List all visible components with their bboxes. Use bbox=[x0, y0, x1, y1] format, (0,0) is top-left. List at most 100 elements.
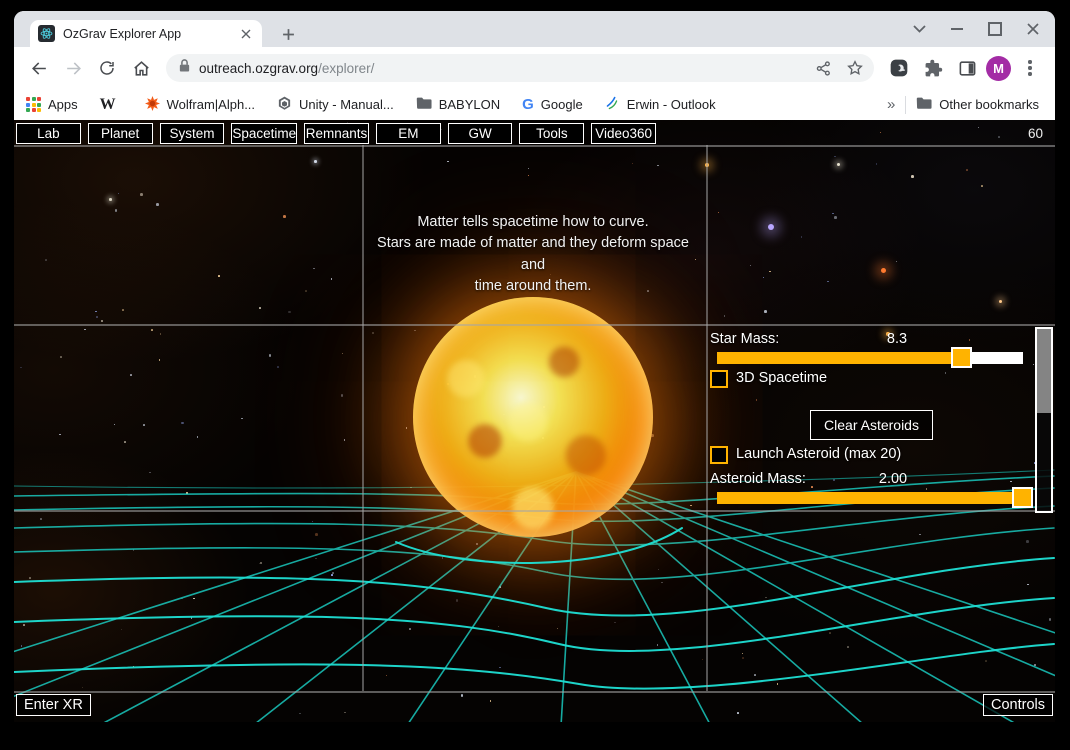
browser-toolbar: outreach.ozgrav.org/explorer/ bbox=[14, 47, 1055, 89]
asteroid-mass-value: 2.00 bbox=[858, 471, 928, 487]
nav-remnants-button[interactable]: Remnants bbox=[304, 123, 369, 144]
address-bar[interactable]: outreach.ozgrav.org/explorer/ bbox=[166, 54, 874, 82]
launch-asteroid-checkbox[interactable] bbox=[710, 446, 728, 464]
bookmark-outlook[interactable]: Erwin - Outlook bbox=[605, 96, 716, 114]
star bbox=[834, 216, 837, 219]
star bbox=[614, 622, 616, 624]
star bbox=[811, 486, 813, 488]
nav-video360-button[interactable]: Video360 bbox=[591, 123, 656, 144]
star-mass-slider[interactable] bbox=[717, 352, 1023, 364]
tab-close-icon[interactable] bbox=[237, 25, 254, 42]
star bbox=[749, 529, 752, 532]
bookmarks-overflow-chevron[interactable]: » bbox=[887, 96, 895, 113]
outlook-swoosh-icon bbox=[605, 96, 620, 114]
nav-spacetime-button[interactable]: Spacetime bbox=[231, 123, 297, 144]
folder-icon bbox=[916, 96, 932, 113]
star bbox=[969, 339, 971, 341]
url-path: /explorer/ bbox=[318, 61, 374, 76]
clear-asteroids-button[interactable]: Clear Asteroids bbox=[810, 410, 933, 440]
guide-line-horizontal bbox=[14, 324, 1055, 326]
back-button[interactable] bbox=[24, 53, 54, 83]
nav-lab-button[interactable]: Lab bbox=[16, 123, 81, 144]
star bbox=[833, 479, 835, 481]
new-tab-button[interactable] bbox=[276, 22, 300, 46]
star bbox=[985, 660, 987, 662]
star bbox=[130, 374, 132, 376]
share-icon[interactable] bbox=[808, 53, 838, 83]
bookmark-unity[interactable]: Unity - Manual... bbox=[277, 96, 394, 114]
star bbox=[966, 169, 968, 171]
star bbox=[765, 597, 767, 599]
star bbox=[447, 161, 449, 163]
sun bbox=[413, 297, 653, 537]
profile-avatar[interactable]: M bbox=[986, 56, 1011, 81]
star-mass-handle[interactable] bbox=[951, 347, 972, 368]
bookmark-star-icon[interactable] bbox=[840, 53, 870, 83]
star bbox=[186, 492, 188, 494]
window-chevron-icon[interactable] bbox=[911, 21, 927, 37]
nav-tools-button[interactable]: Tools bbox=[519, 123, 584, 144]
asteroid-mass-slider[interactable] bbox=[717, 492, 1033, 504]
side-panel-icon[interactable] bbox=[952, 53, 982, 83]
window-close-button[interactable] bbox=[1025, 21, 1041, 37]
nav-system-button[interactable]: System bbox=[160, 123, 225, 144]
star bbox=[40, 518, 42, 520]
star bbox=[45, 259, 47, 261]
browser-tab[interactable]: OzGrav Explorer App bbox=[30, 20, 262, 47]
extension-badge-icon[interactable] bbox=[884, 53, 914, 83]
bookmark-wikipedia[interactable]: W bbox=[100, 96, 123, 114]
asteroid-mass-label: Asteroid Mass: bbox=[710, 471, 806, 487]
nav-em-button[interactable]: EM bbox=[376, 123, 441, 144]
menu-kebab-icon[interactable] bbox=[1015, 53, 1045, 83]
star bbox=[21, 645, 23, 647]
bookmark-apps[interactable]: Apps bbox=[26, 97, 78, 112]
star bbox=[911, 175, 914, 178]
star bbox=[827, 281, 829, 283]
guide-line-vertical bbox=[706, 145, 708, 691]
home-button[interactable] bbox=[126, 53, 156, 83]
webgl-canvas[interactable]: Lab Planet System Spacetime Remnants EM … bbox=[14, 120, 1055, 722]
nav-planet-button[interactable]: Planet bbox=[88, 123, 153, 144]
reload-button[interactable] bbox=[92, 53, 122, 83]
bookmark-wolfram[interactable]: Wolfram|Alph... bbox=[145, 96, 255, 114]
lock-icon[interactable] bbox=[178, 58, 191, 78]
bright-star bbox=[314, 160, 317, 163]
spacetime-3d-checkbox[interactable] bbox=[710, 370, 728, 388]
star bbox=[277, 366, 279, 368]
nav-gw-button[interactable]: GW bbox=[448, 123, 513, 144]
panel-scrollbar[interactable] bbox=[1035, 327, 1053, 513]
star bbox=[945, 372, 947, 374]
star bbox=[847, 646, 849, 648]
star bbox=[341, 394, 344, 397]
star bbox=[197, 436, 199, 438]
other-bookmarks[interactable]: Other bookmarks bbox=[916, 96, 1039, 113]
window-maximize-button[interactable] bbox=[987, 21, 1003, 37]
star bbox=[331, 574, 333, 576]
star bbox=[742, 657, 744, 659]
bright-star bbox=[768, 224, 774, 230]
wolfram-icon bbox=[145, 96, 160, 114]
scene-nav-menu: Lab Planet System Spacetime Remnants EM … bbox=[16, 123, 656, 144]
star bbox=[657, 165, 659, 167]
star bbox=[315, 533, 318, 536]
forward-button[interactable] bbox=[58, 53, 88, 83]
bookmark-babylon-folder[interactable]: BABYLON bbox=[416, 96, 500, 113]
bookmark-google[interactable]: G Google bbox=[522, 96, 583, 113]
star-mass-fill bbox=[717, 352, 962, 364]
star bbox=[801, 236, 803, 238]
star bbox=[829, 632, 831, 634]
extensions-puzzle-icon[interactable] bbox=[918, 53, 948, 83]
star bbox=[95, 311, 97, 313]
star bbox=[499, 586, 501, 588]
controls-button[interactable]: Controls bbox=[983, 694, 1053, 716]
window-minimize-button[interactable] bbox=[949, 21, 965, 37]
ozgrav-atom-favicon-icon bbox=[38, 25, 55, 42]
asteroid-mass-handle[interactable] bbox=[1012, 487, 1033, 508]
fps-counter: 60 bbox=[1028, 126, 1043, 141]
star-mass-value: 8.3 bbox=[862, 331, 932, 347]
bright-star bbox=[999, 300, 1002, 303]
panel-scrollbar-thumb[interactable] bbox=[1037, 329, 1051, 413]
star bbox=[156, 203, 159, 206]
bright-star bbox=[837, 163, 840, 166]
enter-xr-button[interactable]: Enter XR bbox=[16, 694, 91, 716]
